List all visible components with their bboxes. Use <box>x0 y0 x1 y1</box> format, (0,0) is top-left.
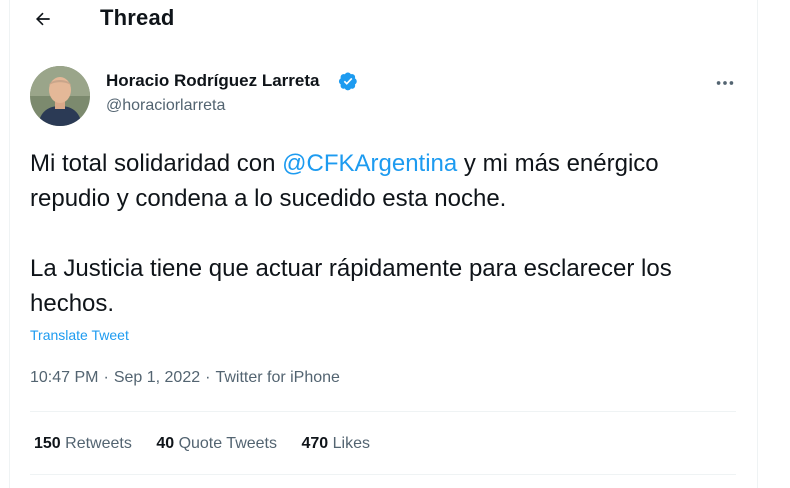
avatar[interactable] <box>30 66 90 126</box>
meta-separator: · <box>103 369 109 386</box>
likes-stat[interactable]: 470 Likes <box>301 435 370 453</box>
likes-label: Likes <box>332 435 370 452</box>
author-handle[interactable]: @horaciorlarreta <box>106 97 225 115</box>
tweet-time[interactable]: 10:47 PM <box>30 369 98 386</box>
arrow-left-icon <box>36 12 50 26</box>
tweet-text: Mi total solidaridad con @CFKArgentina y… <box>30 146 745 321</box>
divider <box>30 474 736 475</box>
verified-badge-icon <box>338 72 357 91</box>
meta-separator: · <box>205 369 211 386</box>
more-horizontal-icon <box>716 81 734 85</box>
tweet-metadata: 10:47 PM · Sep 1, 2022 · Twitter for iPhone <box>30 369 340 387</box>
page-header: Thread <box>0 0 757 40</box>
retweets-label: Retweets <box>65 435 132 452</box>
tweet-date[interactable]: Sep 1, 2022 <box>114 369 200 386</box>
column-border-left <box>9 0 10 488</box>
more-options-button[interactable] <box>708 66 742 100</box>
quote-tweets-label: Quote Tweets <box>178 435 277 452</box>
likes-count: 470 <box>301 435 329 452</box>
retweets-stat[interactable]: 150 Retweets <box>34 435 132 453</box>
tweet-source[interactable]: Twitter for iPhone <box>215 369 340 386</box>
tweet-paragraph-1: Mi total solidaridad con @CFKArgentina y… <box>30 146 745 216</box>
page-title: Thread <box>100 5 175 30</box>
tweet-stats: 150 Retweets 40 Quote Tweets 470 Likes <box>34 435 390 453</box>
quote-tweets-stat[interactable]: 40 Quote Tweets <box>156 435 277 453</box>
retweets-count: 150 <box>34 435 61 452</box>
divider <box>30 411 736 412</box>
tweet-text-segment: Mi total solidaridad con <box>30 150 283 177</box>
back-button[interactable] <box>30 6 56 32</box>
translate-tweet-link[interactable]: Translate Tweet <box>30 327 129 343</box>
column-border-right <box>757 0 758 488</box>
mention-link[interactable]: @CFKArgentina <box>282 150 457 177</box>
quote-tweets-count: 40 <box>156 435 175 452</box>
avatar-image <box>30 66 90 126</box>
tweet-paragraph-2: La Justicia tiene que actuar rápidamente… <box>30 255 672 317</box>
author-name[interactable]: Horacio Rodríguez Larreta <box>106 71 320 91</box>
